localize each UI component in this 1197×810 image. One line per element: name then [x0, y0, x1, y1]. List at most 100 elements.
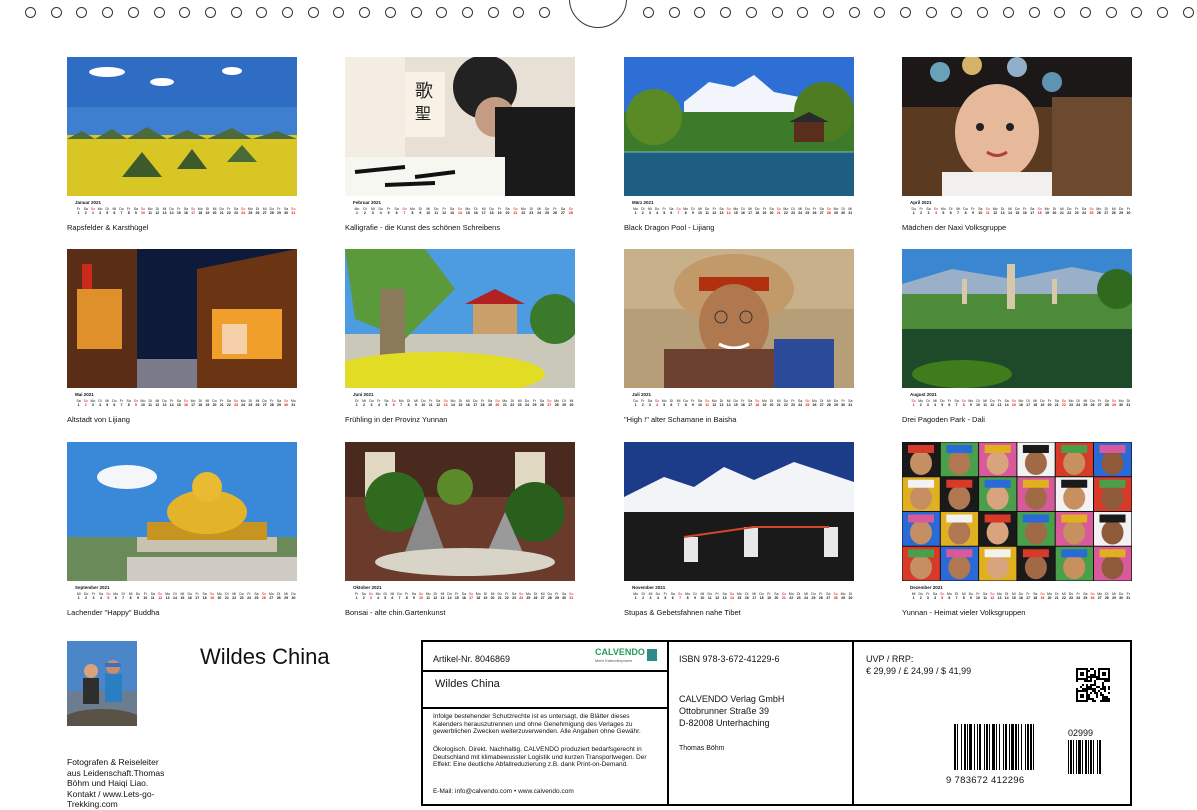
calendar-day: Mo 8	[685, 592, 690, 600]
calendar-day: Mo 14	[450, 399, 456, 407]
calendar-day: Sa 5	[384, 399, 389, 407]
calendar-day: Do 14	[169, 207, 174, 215]
calendar-day: Sa 25	[1083, 592, 1088, 600]
calendar-day: Fr 12	[712, 207, 717, 215]
calendar-day: Sa 3	[926, 207, 931, 215]
binding-hole	[951, 7, 963, 18]
month-photo	[67, 57, 297, 196]
calendar-day: So 14	[457, 207, 463, 215]
calendar-day: Mo 1	[633, 207, 639, 215]
calendar-day: Di 25	[248, 399, 253, 407]
calendar-day: Sa 27	[560, 207, 566, 215]
calendar-day: Do 21	[219, 207, 224, 215]
binding-hole	[256, 7, 268, 18]
calendar-day: Di 21	[224, 592, 229, 600]
calendar-day: Mi 14	[726, 399, 731, 407]
calendar-day: So 11	[705, 399, 710, 407]
author-photo	[62, 641, 142, 733]
calendar-day: Sa 16	[461, 592, 467, 600]
calendar-day: Mi 13	[440, 592, 445, 600]
calendar-day: So 16	[183, 399, 189, 407]
month-name: März 2021	[632, 200, 654, 205]
calendar-day: So 17	[468, 592, 474, 600]
contact-email: E-Mail: info@calvendo.com • www.calvendo…	[433, 788, 574, 795]
binding-hole	[50, 7, 62, 18]
binding-hole	[76, 7, 88, 18]
calendar-day: Mi 27	[540, 592, 545, 600]
month-tile: 歌聖 Februar 2021 Mo 1 Di 2 Mi 3 Do 4 Fr 5 Sa 6 So 7 Mo 8 D…	[345, 57, 575, 232]
binding-hole	[410, 7, 422, 18]
author-name: Thomas Böhm	[679, 745, 725, 752]
isbn: ISBN 978-3-672-41229-6	[679, 654, 780, 664]
calendar-day: Mo 15	[733, 207, 739, 215]
calendar-day: Fr 1	[354, 592, 359, 600]
calendar-day: Di 12	[155, 207, 160, 215]
calendar-day: Mi 22	[1061, 592, 1066, 600]
calendar-day: Fr 9	[691, 399, 695, 407]
calendar-day: Fr 14	[169, 399, 174, 407]
calendar-day: Mo 5	[661, 399, 667, 407]
calendar-day: So 13	[443, 399, 448, 407]
calendar-day: Sa 1	[76, 399, 81, 407]
calendar-day: Fr 22	[226, 207, 231, 215]
month-photo	[902, 442, 1132, 581]
calendar-day: Mi 2	[362, 399, 366, 407]
calendar-day: Do 28	[547, 592, 553, 600]
calendar-day: So 25	[1089, 207, 1094, 215]
calendar-day: Sa 26	[539, 399, 544, 407]
calendar-day: Mi 3	[370, 207, 375, 215]
month-name: April 2021	[910, 200, 932, 205]
calendar-day: Mo 29	[840, 592, 846, 600]
calendar-day: Mo 18	[197, 207, 203, 215]
calendar-day: Di 4	[98, 399, 102, 407]
calendar-day: Fr 17	[195, 592, 200, 600]
calendar-day: Fr 1	[76, 207, 81, 215]
calendar-day: Mi 15	[1011, 592, 1016, 600]
calendar-day: Di 14	[1004, 592, 1009, 600]
calendar-day: Sa 13	[722, 592, 727, 600]
calendar-day: Mo 20	[1047, 592, 1052, 600]
calendar-day: Sa 20	[769, 207, 774, 215]
calendar-day: Mi 17	[752, 592, 757, 600]
calendar-day: Mi 12	[155, 399, 160, 407]
calendar-day: Di 8	[406, 399, 411, 407]
calendar-day: Fr 30	[1126, 207, 1131, 215]
calendar-day: Do 25	[811, 592, 816, 600]
binding-hole	[1028, 7, 1040, 18]
month-name: November 2021	[632, 585, 666, 590]
calendar-day: Mi 28	[826, 399, 831, 407]
binding-hole	[797, 7, 809, 18]
calendar-day: Di 30	[848, 592, 853, 600]
calendar-day: Fr 29	[277, 207, 281, 215]
calendar-day: Do 30	[291, 592, 296, 600]
photo-caption: Bonsai - alte chin.Gartenkunst	[345, 608, 446, 617]
calendar-day: Mo 29	[833, 207, 839, 215]
publisher-line: D-82008 Unterhaching	[679, 718, 770, 728]
calendar-day: Mi 3	[648, 207, 652, 215]
calendar-day: Mo 15	[736, 592, 742, 600]
calendar-day: Mo 21	[502, 399, 508, 407]
calendar-day: Mo 13	[997, 592, 1002, 600]
calendar-day: Mo 5	[940, 207, 946, 215]
calendar-day: Mo 4	[375, 592, 381, 600]
calendar-day: Mi 30	[569, 399, 574, 407]
calendar-day: Sa 2	[83, 207, 88, 215]
calendar-day: Mo 13	[165, 592, 171, 600]
calendar-day: Fr 19	[767, 592, 771, 600]
binding-hole	[307, 7, 319, 18]
calendar-day: Fr 3	[926, 592, 930, 600]
calendar-day: Sa 24	[1081, 207, 1087, 215]
calendar-day: So 15	[1011, 399, 1016, 407]
calendar-day: Sa 16	[183, 207, 189, 215]
binding-hole	[745, 7, 757, 18]
calendar-day: Mi 20	[490, 592, 495, 600]
calendar-day: Di 26	[533, 592, 538, 600]
calendar-day: Fr 28	[269, 399, 274, 407]
calvendo-flag-icon	[647, 649, 657, 661]
calendar-day: Di 6	[669, 399, 674, 407]
calendar-day: So 7	[676, 207, 681, 215]
binding-hole	[771, 7, 783, 18]
month-name: Januar 2021	[75, 200, 102, 205]
calendar-day: Do 25	[805, 207, 810, 215]
calendar-day: Fr 26	[553, 207, 557, 215]
